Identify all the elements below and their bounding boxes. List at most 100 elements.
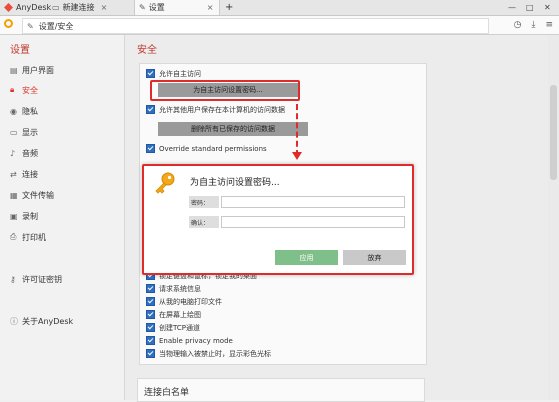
checkbox[interactable] [146,105,155,114]
sidebar-item-security[interactable]: 🔒︎ 安全 [10,83,38,97]
option-label: 允许自主访问 [159,69,201,78]
checkbox[interactable] [146,310,155,319]
tab-anydesk[interactable]: AnyDesk [4,0,51,15]
sidebar-item-label: 音频 [22,148,38,158]
address-field[interactable]: ✎ 设置/安全 [22,18,489,34]
sidebar-item-license[interactable]: ⚷ 许可证密钥 [10,272,62,286]
option-label: 当物理输入被禁止时，显示彩色光标 [159,349,271,358]
sidebar-item-label: 连接 [22,169,38,179]
checkbox[interactable] [146,297,155,306]
sidebar-item-connection[interactable]: ⇄ 连接 [10,167,38,181]
close-icon[interactable]: × [207,3,214,12]
ui-icon: ▤ [10,65,18,75]
option-draw-on-screen[interactable]: 在屏幕上绘图 [146,309,201,320]
option-label: 在屏幕上绘图 [159,310,201,319]
key-icon: ⚷ [10,274,16,284]
checkbox[interactable] [146,69,155,78]
toolbar-icons: ◷ ⤓ ≡ [514,18,553,32]
apply-button[interactable]: 应用 [275,250,338,265]
history-icon[interactable]: ◷ [514,20,522,30]
option-override-permissions[interactable]: Override standard permissions [146,143,267,154]
whitelist-title: 连接白名单 [144,388,190,398]
page-title: 安全 [137,45,157,56]
confirm-label: 确认： [189,216,219,228]
printer-icon: ⎙ [10,232,17,241]
record-icon: ▣ [10,211,18,221]
arrow-head [292,152,302,160]
wrench-icon: ✎ [139,3,146,12]
status-icon [4,19,13,28]
highlight-box [150,80,300,101]
option-allow-save-data[interactable]: 允许其他用户保存在本计算机的访问数据 [146,104,285,115]
option-label: Enable privacy mode [159,336,233,345]
checkbox[interactable] [146,284,155,293]
connection-icon: ⇄ [10,169,17,179]
confirm-input[interactable] [221,216,405,228]
option-label: 创建TCP通道 [159,323,200,332]
password-label: 密码： [189,196,219,208]
option-privacy-mode[interactable]: Enable privacy mode [146,335,233,346]
wrench-icon: ✎ [27,21,34,31]
delete-access-data-button[interactable]: 删除所有已保存的访问数据 [158,122,308,136]
arrow-line [296,104,298,156]
tab-label: 设置 [148,3,165,12]
option-allow-unattended[interactable]: 允许自主访问 [146,68,201,79]
privacy-icon: ◉ [10,106,17,116]
dialog-title: 为自主访问设置密码... [190,178,280,188]
option-label: Override standard permissions [159,144,267,153]
address-bar: ✎ 设置/安全 ◷ ⤓ ≡ [0,16,559,35]
checkbox[interactable] [146,144,155,153]
option-label: 允许其他用户保存在本计算机的访问数据 [159,105,285,114]
sidebar-item-label: 用户界面 [22,65,54,75]
sidebar-item-label: 安全 [22,85,38,95]
sidebar-item-record[interactable]: ▣ 录制 [10,209,38,223]
sidebar: 设置 ▤ 用户界面 🔒︎ 安全 ◉ 隐私 ▭ 显示 ♪ 音频 ⇄ 连接 ▦ 文件传输 ▣ 录制 … [0,35,125,400]
cancel-button[interactable]: 放弃 [343,250,406,265]
sidebar-title: 设置 [10,45,30,56]
info-icon: ⓘ [10,316,18,326]
scrollbar-thumb[interactable] [550,85,557,180]
sidebar-item-label: 许可证密钥 [22,274,62,284]
monitor-icon: ▭ [52,3,60,12]
sidebar-item-about[interactable]: ⓘ 关于AnyDesk [10,314,73,328]
tab-settings[interactable]: ✎ 设置 × [134,0,220,15]
set-password-dialog: 为自主访问设置密码... 密码： 确认： 应用 放弃 [142,164,414,275]
address-text: 设置/安全 [38,21,74,31]
tab-label: 新建连接 [62,3,95,12]
menu-icon[interactable]: ≡ [545,20,553,30]
tab-new-connection[interactable]: ▭ 新建连接 × [52,0,107,15]
sidebar-item-privacy[interactable]: ◉ 隐私 [10,104,38,118]
sidebar-item-file-transfer[interactable]: ▦ 文件传输 [10,188,54,202]
sidebar-item-label: 文件传输 [22,190,54,200]
checkbox[interactable] [146,349,155,358]
lock-icon: 🔒︎ [10,85,15,94]
file-transfer-icon: ▦ [10,190,18,200]
checkbox[interactable] [146,323,155,332]
download-icon[interactable]: ⤓ [531,20,535,30]
option-colored-cursor[interactable]: 当物理输入被禁止时，显示彩色光标 [146,348,271,359]
option-print-files[interactable]: 从我的电脑打印文件 [146,296,222,307]
sidebar-item-label: 打印机 [22,232,46,242]
whitelist-panel: 连接白名单 [137,378,425,402]
option-label: 请求系统信息 [159,284,201,293]
sidebar-item-label: 关于AnyDesk [22,316,74,326]
password-input[interactable] [221,196,405,208]
sidebar-item-display[interactable]: ▭ 显示 [10,125,38,139]
sidebar-item-label: 录制 [22,211,38,221]
sidebar-item-ui[interactable]: ▤ 用户界面 [10,63,54,77]
tab-label: AnyDesk [16,3,52,12]
sidebar-item-label: 显示 [22,127,38,137]
scrollbar[interactable] [548,35,559,400]
maximize-button[interactable]: □ [526,0,534,15]
option-request-system-info[interactable]: 请求系统信息 [146,283,201,294]
sidebar-item-audio[interactable]: ♪ 音频 [10,146,38,160]
sidebar-item-printer[interactable]: ⎙ 打印机 [10,230,46,244]
option-tcp-tunnel[interactable]: 创建TCP通道 [146,322,200,333]
sidebar-item-label: 隐私 [22,106,38,116]
close-window-button[interactable]: ✕ [544,0,551,15]
close-icon[interactable]: × [101,3,108,12]
checkbox[interactable] [146,336,155,345]
new-tab-button[interactable]: + [225,0,233,15]
password-row: 密码： [189,196,405,208]
minimize-button[interactable]: — [508,0,516,15]
